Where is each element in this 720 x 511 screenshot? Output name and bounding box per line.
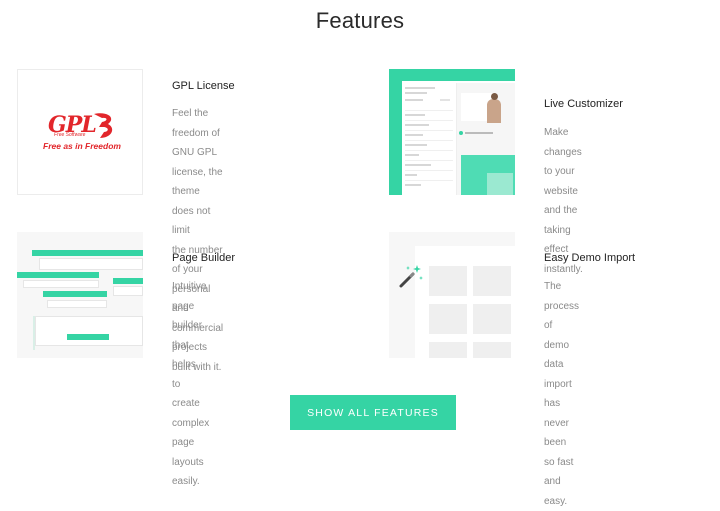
desc-line: Intuitive page builder that helps [172,281,207,370]
desc-line: Feel the freedom of GNU GPL [172,108,220,158]
customizer-panel [402,83,457,195]
desc-line: Make changes to your website [544,127,582,197]
demo-preview-card [415,246,515,358]
desc-line: easily. [172,476,200,487]
gpl-logo-tagline: Free as in Freedom [43,141,121,151]
desc-line: and the taking effect instantly. [544,205,583,275]
gpl-logo-sub: Free Software [54,132,86,138]
feature-description: The process of demo data import has neve… [544,277,579,511]
desc-line: The process of demo data [544,281,580,370]
feature-title: Page Builder [172,252,235,264]
show-all-features-button[interactable]: SHOW ALL FEATURES [290,395,456,430]
customizer-thumbnail [389,69,515,195]
thumb-left-strip [389,81,402,195]
desc-line: to create complex page layouts [172,378,210,468]
feature-title: Easy Demo Import [544,252,636,264]
demo-import-thumbnail [389,232,515,358]
feature-description: Intuitive page builder that helps to cre… [172,277,209,492]
customizer-preview [457,83,515,195]
gpl-logo-thumbnail: GPL Free Software Free as in Freedom [17,69,143,195]
feature-title: Live Customizer [544,98,623,110]
page-builder-thumbnail [17,232,143,358]
magic-wand-icon [399,265,423,288]
feature-title: GPL License [172,80,235,92]
desc-line: and easy. [544,476,568,507]
section-title: Features [315,8,405,33]
desc-line: import has never been so fast [544,378,574,468]
thumb-top-bar [389,69,515,81]
desc-line: license, the theme does not limit [172,166,223,237]
